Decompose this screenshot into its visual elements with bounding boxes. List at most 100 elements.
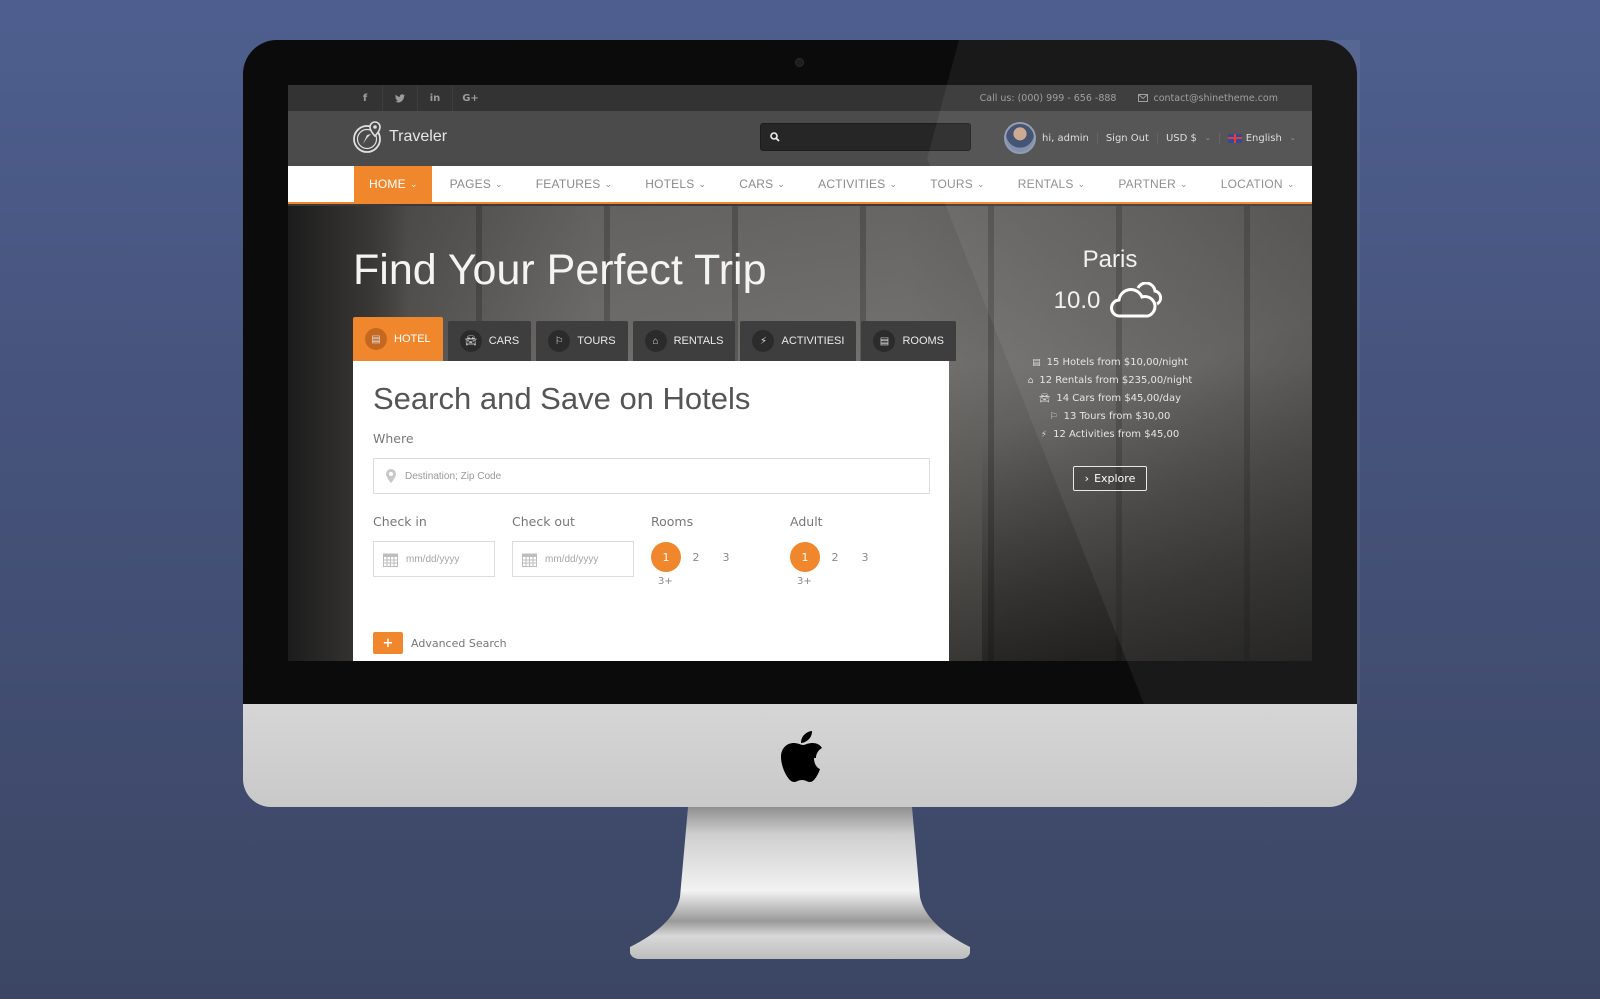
chevron-down-icon: ⌄ (1077, 178, 1086, 189)
currency-label: USD $ (1165, 132, 1197, 144)
language-dropdown[interactable]: English ⌄ (1218, 132, 1304, 144)
tab-label: TOURS (577, 335, 616, 347)
checkout-input[interactable] (545, 553, 625, 565)
language-label: English (1245, 132, 1282, 144)
contact-info: Call us: (000) 999 - 656 -888 contact@sh… (980, 85, 1278, 111)
hero-section: Find Your Perfect Trip ▤ HOTEL 🚘︎ CARS ⚐… (288, 206, 1312, 661)
rooms-selector: 1 2 3 (651, 542, 790, 572)
nav-rentals[interactable]: RENTALS ⌄ (1000, 166, 1101, 202)
home-icon: ⌂ (1027, 376, 1034, 386)
adult-label: Adult (790, 514, 823, 529)
nav-tours[interactable]: TOURS ⌄ (912, 166, 1000, 202)
stat-activities: ⚡︎ 12 Activities from $45,00 (1000, 426, 1220, 444)
adult-selector: 1 2 3 (790, 542, 929, 572)
stat-rentals: ⌂ 12 Rentals from $235,00/night (1000, 372, 1220, 390)
tab-cars[interactable]: 🚘︎ CARS (447, 321, 532, 361)
rooms-option[interactable]: 2 (681, 542, 711, 572)
logo[interactable]: Traveler (353, 120, 447, 154)
destination-stats: ▤ 15 Hotels from $10,00/night ⌂ 12 Rentals… (1000, 354, 1220, 444)
map-pin-icon (386, 469, 396, 483)
nav-features[interactable]: FEATURES ⌄ (518, 166, 627, 202)
search-tabs: ▤ HOTEL 🚘︎ CARS ⚐ TOURS ⌂ RENTALS ⚡︎ ACT… (353, 317, 957, 361)
chevron-down-icon: ⌄ (977, 178, 985, 189)
rooms-option[interactable]: 3 (711, 542, 741, 572)
envelope-icon (1138, 94, 1149, 102)
stat-hotels: ▤ 15 Hotels from $10,00/night (1000, 354, 1220, 372)
nav-activities[interactable]: ACTIVITIES ⌄ (800, 166, 912, 202)
chevron-down-icon: ⌄ (777, 178, 786, 189)
chevron-down-icon: ⌄ (889, 178, 898, 189)
greeting[interactable]: hi, admin (1042, 133, 1097, 144)
flag-icon: ⚐ (1049, 412, 1058, 422)
facebook-icon[interactable]: f (348, 85, 383, 111)
chevron-down-icon: ⌄ (1289, 134, 1296, 142)
hotel-search-form: Search and Save on Hotels Where Check in… (353, 361, 949, 661)
nav-label: HOME (369, 177, 406, 191)
sign-out-link[interactable]: Sign Out (1096, 132, 1157, 144)
checkout-field[interactable] (512, 541, 634, 577)
tab-activities[interactable]: ⚡︎ ACTIVITIESI (740, 321, 857, 361)
explore-label: Explore (1094, 472, 1136, 485)
nav-home[interactable]: HOME ⌄ (354, 166, 432, 202)
checkin-input[interactable] (406, 553, 486, 565)
google-plus-icon[interactable]: G+ (453, 85, 488, 111)
search-options-row: Check in Check out Rooms (373, 514, 929, 587)
advanced-search-toggle[interactable]: + Advanced Search (373, 632, 507, 654)
nav-cars[interactable]: CARS ⌄ (721, 166, 800, 202)
tab-rooms[interactable]: ▤ ROOMS (861, 321, 957, 361)
destination-field[interactable] (373, 458, 930, 494)
rooms-label: Rooms (651, 514, 694, 529)
hotel-icon: ▤ (365, 328, 387, 350)
tab-label: ACTIVITIESI (781, 335, 845, 347)
nav-label: PARTNER (1118, 177, 1176, 191)
top-bar: f in G+ Call us: (000) 999 - 656 -888 co… (288, 85, 1312, 111)
nav-location[interactable]: LOCATION ⌄ (1203, 166, 1310, 202)
rooms-option-more[interactable]: 3+ (658, 576, 790, 587)
adult-option[interactable]: 2 (820, 542, 850, 572)
destination-input[interactable] (405, 470, 905, 482)
tab-hotel[interactable]: ▤ HOTEL (353, 317, 443, 361)
checkout-label: Check out (512, 514, 575, 529)
rooms-option[interactable]: 1 (651, 542, 681, 572)
hotel-icon: ▤ (1032, 358, 1041, 368)
tab-rentals[interactable]: ⌂ RENTALS (632, 321, 736, 361)
camera (795, 58, 804, 67)
adult-option[interactable]: 3 (850, 542, 880, 572)
advanced-search-label: Advanced Search (411, 636, 507, 650)
header-search[interactable] (760, 123, 971, 151)
nav-partner[interactable]: PARTNER ⌄ (1100, 166, 1202, 202)
bolt-icon: ⚡︎ (752, 330, 775, 352)
hero-title: Find Your Perfect Trip (353, 246, 767, 294)
nav-label: PAGES (449, 177, 492, 191)
cloud-icon (1110, 282, 1163, 318)
stat-cars: 🚘︎ 14 Cars from $45,00/day (1000, 390, 1220, 408)
nav-label: TOURS (930, 177, 973, 191)
twitter-icon[interactable] (383, 85, 418, 111)
building-icon: ▤ (873, 330, 896, 352)
chevron-down-icon: ⌄ (495, 178, 503, 189)
checkin-field[interactable] (373, 541, 495, 577)
linkedin-icon[interactable]: in (418, 85, 453, 111)
rooms-group: Rooms 1 2 3 3+ (651, 514, 790, 587)
avatar[interactable] (1004, 122, 1036, 154)
header-search-input[interactable] (786, 131, 966, 143)
car-icon: 🚘︎ (459, 330, 482, 352)
chevron-down-icon: ⌄ (1286, 178, 1295, 189)
compass-logo-icon (353, 121, 381, 153)
adult-group: Adult 1 2 3 3+ (790, 514, 929, 587)
city-name: Paris (1082, 246, 1138, 273)
phone-number: Call us: (000) 999 - 656 -888 (979, 92, 1117, 104)
bolt-icon: ⚡︎ (1040, 430, 1048, 440)
nav-pages[interactable]: PAGES ⌄ (432, 166, 518, 202)
search-form-title: Search and Save on Hotels (373, 381, 751, 416)
site-header: Traveler hi, admin Sign Out USD $ ⌄ Engl… (288, 111, 1312, 166)
tab-tours[interactable]: ⚐ TOURS (536, 321, 628, 361)
adult-option-more[interactable]: 3+ (797, 576, 929, 587)
car-icon: 🚘︎ (1038, 394, 1051, 404)
main-nav: HOME ⌄ PAGES ⌄ FEATURES ⌄ HOTELS ⌄ CARS ⌄ ACT… (288, 166, 1312, 204)
nav-hotels[interactable]: HOTELS ⌄ (627, 166, 721, 202)
currency-dropdown[interactable]: USD $ ⌄ (1156, 132, 1219, 144)
explore-button[interactable]: › Explore (1072, 466, 1148, 491)
email-link[interactable]: contact@shinetheme.com (1138, 93, 1278, 104)
adult-option[interactable]: 1 (790, 542, 820, 572)
